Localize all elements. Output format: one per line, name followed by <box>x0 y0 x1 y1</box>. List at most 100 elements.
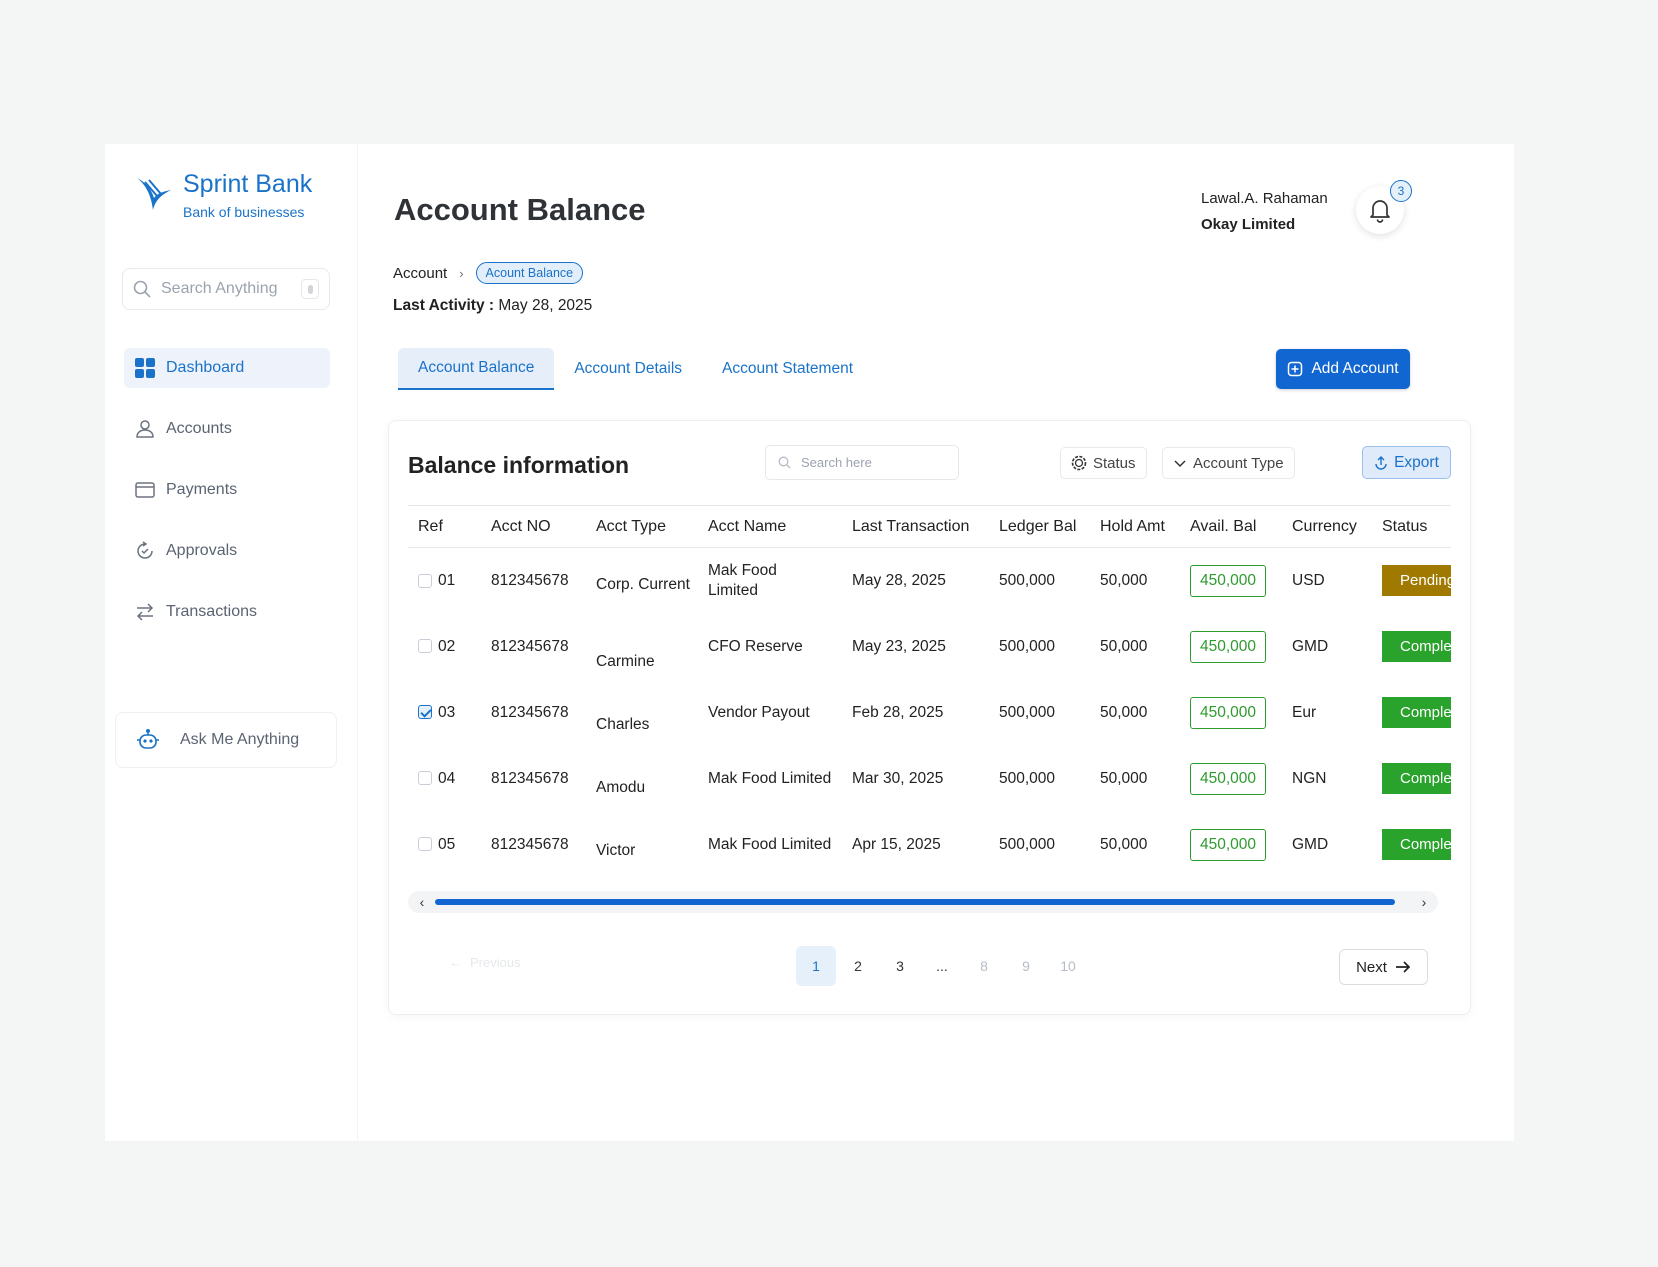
user-icon <box>134 418 156 440</box>
row-acct-name: Mak Food Limited <box>708 835 832 853</box>
status-filter-label: Status <box>1093 454 1136 472</box>
row-hold-amt: 50,000 <box>1100 637 1148 655</box>
row-avail-bal: 450,000 <box>1190 630 1267 663</box>
row-acct-type: Amodu <box>596 778 646 796</box>
page-ellipsis: ... <box>936 958 948 974</box>
table-row[interactable]: 01 812345678 Corp. Current Mak Food Limi… <box>408 548 1451 614</box>
status-filter-button[interactable]: Status <box>1060 447 1147 479</box>
page-button-3[interactable]: 3 <box>880 946 920 986</box>
chevron-down-icon <box>1174 460 1186 468</box>
sidebar-item-transactions[interactable]: Transactions <box>124 592 330 632</box>
add-account-button[interactable]: Add Account <box>1276 349 1410 389</box>
table-row[interactable]: 05 812345678 Victor Mak Food Limited Apr… <box>408 812 1451 876</box>
page-button-1[interactable]: 1 <box>796 946 836 986</box>
sidebar-item-dashboard[interactable]: Dashboard <box>124 348 330 388</box>
sprint-logo-icon <box>137 178 171 210</box>
page-button-10[interactable]: 10 <box>1048 946 1088 986</box>
table-row[interactable]: 04 812345678 Amodu Mak Food Limited Mar … <box>408 746 1451 812</box>
ask-me-anything-button[interactable]: Ask Me Anything <box>115 712 337 768</box>
account-type-filter[interactable]: Account Type <box>1162 447 1295 479</box>
sidebar-item-approvals[interactable]: Approvals <box>124 531 330 571</box>
table-row[interactable]: 02 812345678 Carmine CFO Reserve May 23,… <box>408 614 1451 680</box>
row-hold-amt: 50,000 <box>1100 835 1148 853</box>
tab-account-balance[interactable]: Account Balance <box>398 348 555 390</box>
last-activity: Last Activity : May 28, 2025 <box>393 297 592 315</box>
previous-button[interactable]: ← Previous <box>449 955 521 970</box>
row-hold-amt: 50,000 <box>1100 571 1148 589</box>
scrollbar-thumb[interactable] <box>435 899 1395 905</box>
row-last-transaction: May 28, 2025 <box>852 571 946 589</box>
sidebar-item-label: Accounts <box>166 420 232 437</box>
brand-logo[interactable]: Sprint Bank Bank of businesses <box>135 168 312 220</box>
table-search-input[interactable]: Search here <box>765 445 959 480</box>
card-icon <box>134 479 156 501</box>
column-header-hold-amt[interactable]: Hold Amt <box>1090 505 1180 548</box>
column-header-avail-bal[interactable]: Avail. Bal <box>1180 505 1282 548</box>
arrow-left-icon: ← <box>449 955 462 970</box>
export-label: Export <box>1394 453 1439 471</box>
ask-label: Ask Me Anything <box>180 731 300 748</box>
row-avail-bal: 450,000 <box>1190 762 1267 795</box>
sidebar-search-input[interactable]: Search Anything <box>161 280 301 298</box>
page-button-9[interactable]: 9 <box>1006 946 1046 986</box>
row-ledger-bal: 500,000 <box>999 571 1056 589</box>
row-avail-bal: 450,000 <box>1190 696 1267 729</box>
row-checkbox-checked[interactable] <box>418 705 432 720</box>
row-ledger-bal: 500,000 <box>999 637 1056 655</box>
row-acct-name: Mak Food Limited <box>708 769 832 787</box>
sidebar-item-label: Payments <box>166 481 238 498</box>
row-acct-type: Corp. Current <box>596 575 690 593</box>
sidebar-item-label: Dashboard <box>166 359 245 376</box>
row-checkbox[interactable] <box>418 771 432 786</box>
row-ledger-bal: 500,000 <box>999 769 1056 787</box>
row-checkbox[interactable] <box>418 573 432 588</box>
balance-table-container[interactable]: Ref Acct NO Acct Type Acct Name Last Tra… <box>408 505 1451 875</box>
column-header-ledger-bal[interactable]: Ledger Bal <box>989 505 1090 548</box>
balance-table: Ref Acct NO Acct Type Acct Name Last Tra… <box>408 505 1451 875</box>
status-badge: Complete <box>1382 631 1451 662</box>
table-row[interactable]: 03 812345678 Charles Vendor Payout Feb 2… <box>408 680 1451 746</box>
sidebar-item-accounts[interactable]: Accounts <box>124 409 330 449</box>
column-header-last-transaction[interactable]: Last Transaction <box>842 505 989 548</box>
column-header-acct-name[interactable]: Acct Name <box>698 505 842 548</box>
scroll-right-icon[interactable]: › <box>1414 891 1434 913</box>
mic-icon[interactable] <box>301 279 319 299</box>
row-checkbox[interactable] <box>418 837 432 852</box>
row-avail-bal: 450,000 <box>1190 828 1267 861</box>
sidebar-search[interactable]: Search Anything <box>122 268 330 310</box>
row-acct-no: 812345678 <box>491 835 569 853</box>
previous-label: Previous <box>470 955 521 970</box>
app-window: Sprint Bank Bank of businesses Search An… <box>105 144 1514 1141</box>
row-last-transaction: Apr 15, 2025 <box>852 835 941 853</box>
tab-account-details[interactable]: Account Details <box>554 348 702 390</box>
row-checkbox[interactable] <box>418 639 432 654</box>
column-header-currency[interactable]: Currency <box>1282 505 1372 548</box>
filter-circle-icon <box>1071 455 1087 471</box>
row-avail-bal: 450,000 <box>1190 564 1267 597</box>
column-header-ref[interactable]: Ref <box>408 505 481 548</box>
horizontal-scrollbar[interactable]: ‹ › <box>408 891 1438 913</box>
card-title: Balance information <box>408 452 630 478</box>
brand-name: Sprint Bank <box>183 170 313 198</box>
row-acct-no: 812345678 <box>491 571 569 589</box>
sidebar-item-label: Approvals <box>166 542 238 559</box>
sidebar-item-payments[interactable]: Payments <box>124 470 330 510</box>
next-button[interactable]: Next <box>1339 949 1428 985</box>
tab-account-statement[interactable]: Account Statement <box>702 348 873 390</box>
column-header-acct-no[interactable]: Acct NO <box>481 505 586 548</box>
row-currency: GMD <box>1292 637 1329 655</box>
breadcrumb-account[interactable]: Account <box>393 265 447 282</box>
user-info[interactable]: Lawal.A. Rahaman Okay Limited <box>1201 186 1328 238</box>
page-button-2[interactable]: 2 <box>838 946 878 986</box>
export-button[interactable]: Export <box>1362 446 1451 479</box>
notification-badge: 3 <box>1390 180 1412 202</box>
page-title: Account Balance <box>394 192 646 227</box>
column-header-status[interactable]: Status <box>1372 505 1451 548</box>
row-acct-no: 812345678 <box>491 769 569 787</box>
breadcrumb-current[interactable]: Acount Balance <box>475 262 584 284</box>
page-button-8[interactable]: 8 <box>964 946 1004 986</box>
row-acct-type: Victor <box>596 841 636 859</box>
main-content: Account Balance Lawal.A. Rahaman Okay Li… <box>358 144 1514 1141</box>
scroll-left-icon[interactable]: ‹ <box>412 891 432 913</box>
column-header-acct-type[interactable]: Acct Type <box>586 505 698 548</box>
